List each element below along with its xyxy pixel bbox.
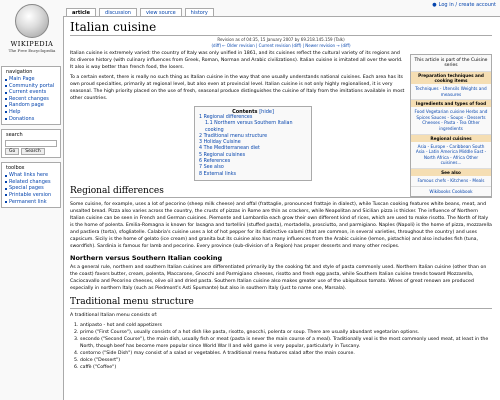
section-paragraph: As a general rule, northern and southern…: [70, 264, 487, 291]
cuisine-navbox: This article is part of the Cuisine seri…: [410, 54, 492, 197]
toolbox-related-changes[interactable]: Related changes: [5, 179, 57, 186]
login-link[interactable]: Log in / create account: [439, 2, 496, 8]
list-item: dolce ("Dessert"): [80, 357, 492, 364]
sidebar: navigation Main Page Community portal Cu…: [1, 66, 61, 212]
navbox-section-header: See also: [411, 167, 491, 176]
navbox-section-header: Ingredients and types of food: [411, 99, 491, 108]
navbox-section-header: Preparation techniques and cooking items: [411, 71, 491, 84]
sidebar-item-recent-changes[interactable]: Recent changes: [5, 96, 57, 103]
toolbox-printable-version[interactable]: Printable version: [5, 192, 57, 199]
logo-tagline: The Free Encyclopedia: [8, 48, 56, 53]
sidebar-item-current-events[interactable]: Current events: [5, 89, 57, 96]
toc-item[interactable]: 8 External links: [199, 172, 307, 178]
section-paragraph: A traditional Italian menu consists of:: [70, 312, 158, 318]
go-button[interactable]: Go: [5, 148, 20, 156]
navbox-footer[interactable]: Wikibooks Cookbook: [411, 185, 491, 196]
subsection-heading: Northern versus Southern Italian cooking: [70, 253, 223, 262]
search-input[interactable]: [5, 140, 57, 148]
section-paragraph: Some cuisine, for example, uses a lot of…: [70, 201, 492, 249]
table-of-contents: Contents [hide] 1 Regional differences 1…: [194, 106, 312, 181]
sidebar-item-random-page[interactable]: Random page: [5, 102, 57, 109]
puzzle-globe-icon: [15, 4, 49, 38]
search-heading: search: [6, 132, 23, 139]
page-tabs: article discussion view source history: [66, 8, 214, 16]
list-item: secondo ("Second Course"), the main dish…: [80, 336, 492, 350]
navbox-section-header: Regional cuisines: [411, 133, 491, 142]
list-item: primo ("First Course"), usually consists…: [80, 329, 492, 336]
revision-info: Revision as of 04:35, 15 January 2007 by…: [217, 37, 345, 42]
list-item: contorno ("Side Dish") may consist of a …: [80, 350, 492, 357]
menu-list: antipasto - hot and cold appetizers prim…: [70, 322, 492, 371]
toolbox-what-links-here[interactable]: What links here: [5, 172, 57, 179]
navbox-section-body[interactable]: Food Vegetarian cuisine Herbs and Spices…: [411, 107, 491, 133]
toc-item[interactable]: 1.1 Northern versus Southern Italian coo…: [199, 121, 307, 134]
search-portlet: search Go Search: [1, 129, 61, 159]
tab-discussion[interactable]: discussion: [99, 8, 137, 16]
navigation-portlet: navigation Main Page Community portal Cu…: [1, 66, 61, 126]
toolbox-special-pages[interactable]: Special pages: [5, 185, 57, 192]
user-icon: ●: [432, 1, 437, 8]
toolbox-portlet: toolbox What links here Related changes …: [1, 162, 61, 209]
toolbox-permanent-link[interactable]: Permanent link: [5, 199, 57, 206]
toolbox-heading: toolbox: [6, 165, 25, 172]
sidebar-item-community-portal[interactable]: Community portal: [5, 83, 57, 90]
logo-wordmark: WIKIPEDIA: [10, 40, 54, 48]
navigation-heading: navigation: [6, 69, 33, 75]
toc-hide-link[interactable]: [hide]: [259, 109, 274, 115]
search-button[interactable]: Search: [21, 148, 45, 156]
navbox-title: This article is part of the Cuisine seri…: [414, 58, 488, 68]
list-item: antipasto - hot and cold appetizers: [80, 322, 492, 329]
navbox-section-body[interactable]: Famous chefs - Kitchens - Meals: [411, 176, 491, 186]
tab-history[interactable]: history: [184, 8, 214, 16]
revision-nav[interactable]: (diff) ← Older revision | Current revisi…: [70, 43, 492, 48]
sidebar-item-donations[interactable]: Donations: [5, 116, 57, 123]
sidebar-item-help[interactable]: Help: [5, 109, 57, 116]
sidebar-item-main-page[interactable]: Main Page: [5, 76, 57, 83]
article-content: Italian cuisine Revision as of 04:35, 15…: [63, 16, 500, 400]
page-title: Italian cuisine: [70, 20, 492, 36]
user-links: ● Log in / create account: [432, 0, 496, 9]
section-heading: Traditional menu structure: [70, 297, 492, 309]
navbox-section-body[interactable]: Asia - Europe - Caribbean South Asia - L…: [411, 142, 491, 168]
tab-article[interactable]: article: [66, 8, 97, 16]
wikipedia-logo[interactable]: WIKIPEDIA The Free Encyclopedia: [2, 2, 62, 62]
tab-view-source[interactable]: view source: [139, 8, 182, 16]
list-item: caffè ("Coffee"): [80, 364, 492, 371]
navbox-section-body[interactable]: Techniques - Utensils Weights and measur…: [411, 84, 491, 99]
